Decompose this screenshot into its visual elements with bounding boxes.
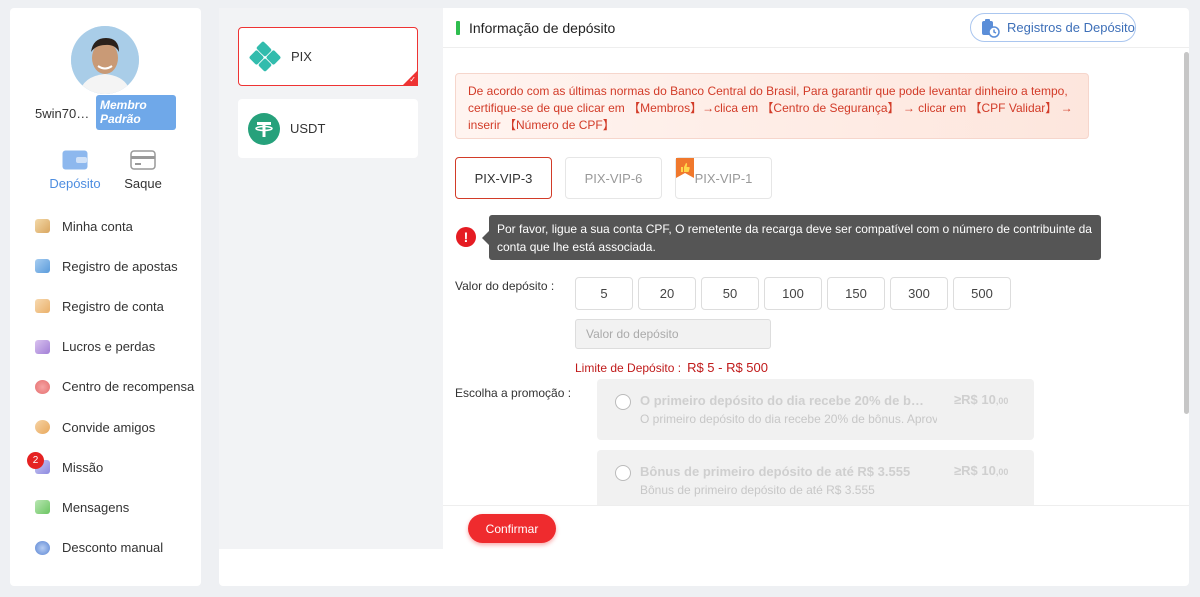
menu-item-desconto-manual[interactable]: Desconto manual bbox=[10, 528, 201, 568]
menu-item-registro-conta[interactable]: Registro de conta bbox=[10, 286, 201, 326]
discount-icon bbox=[35, 540, 50, 555]
promotion-amount-value: ≥R$ 10 bbox=[954, 463, 996, 478]
limit-label: Limite de Depósito : bbox=[575, 361, 682, 375]
promotion-option[interactable]: Bônus de primeiro depósito de até R$ 3.5… bbox=[597, 450, 1034, 511]
promotion-amount: ≥R$ 10,00 bbox=[954, 463, 1008, 478]
channel-label: PIX-VIP-1 bbox=[694, 170, 753, 186]
menu-label: Lucros e perdas bbox=[62, 339, 156, 355]
promotion-subtitle: Bônus de primeiro depósito de até R$ 3.5… bbox=[640, 483, 875, 497]
amount-option[interactable]: 150 bbox=[827, 277, 885, 310]
deposit-records-button[interactable]: Registros de Depósito bbox=[970, 13, 1136, 42]
user-sidebar: 5win70… Membro Padrão Depósito Saque Min… bbox=[10, 8, 201, 586]
withdraw-button[interactable]: Saque bbox=[113, 150, 173, 191]
member-level-badge: Membro Padrão bbox=[96, 95, 176, 130]
channel-pix-vip-1[interactable]: PIX-VIP-1 bbox=[675, 157, 772, 199]
menu-item-centro-recompensa[interactable]: Centro de recompensa bbox=[10, 367, 201, 407]
menu-item-convide-amigos[interactable]: Convide amigos bbox=[10, 407, 201, 447]
method-pix[interactable]: PIX ✓ bbox=[238, 27, 418, 86]
promotion-radio[interactable] bbox=[615, 394, 631, 410]
warning-icon[interactable]: ! bbox=[456, 227, 476, 247]
page-title: Informação de depósito bbox=[469, 20, 616, 36]
amount-option[interactable]: 100 bbox=[764, 277, 822, 310]
thumbs-up-flag-icon bbox=[676, 158, 694, 178]
channel-label: PIX-VIP-3 bbox=[474, 170, 533, 186]
wallet-card-icon bbox=[62, 150, 88, 170]
action-footer: Confirmar bbox=[443, 505, 1189, 549]
amount-input[interactable] bbox=[575, 319, 771, 349]
check-icon: ✓ bbox=[409, 75, 416, 84]
menu-item-mensagens[interactable]: Mensagens bbox=[10, 487, 201, 527]
channel-pix-vip-3[interactable]: PIX-VIP-3 bbox=[455, 157, 552, 199]
deposit-label: Depósito bbox=[49, 176, 101, 191]
mission-count-badge: 2 bbox=[27, 452, 44, 470]
limit-value: R$ 5 - R$ 500 bbox=[687, 360, 768, 375]
page-scrollbar[interactable] bbox=[1184, 52, 1189, 414]
menu-item-minha-conta[interactable]: Minha conta bbox=[10, 206, 201, 246]
menu-label: Registro de apostas bbox=[62, 258, 178, 274]
channel-label: PIX-VIP-6 bbox=[584, 170, 643, 186]
records-icon bbox=[982, 18, 1000, 38]
amount-option[interactable]: 5 bbox=[575, 277, 633, 310]
credit-card-icon bbox=[130, 150, 156, 170]
avatar-photo-icon bbox=[71, 26, 139, 94]
amount-option[interactable]: 50 bbox=[701, 277, 759, 310]
promotion-label: Escolha a promoção : bbox=[455, 386, 572, 400]
promotion-amount-cents: ,00 bbox=[995, 396, 1009, 406]
promotion-title: O primeiro depósito do dia recebe 20% de… bbox=[640, 393, 930, 408]
menu-label: Registro de conta bbox=[62, 298, 164, 314]
menu-label: Centro de recompensa bbox=[62, 379, 195, 395]
deposit-panel: PIX ✓ USDT Informação de depósito Regist… bbox=[219, 8, 1189, 586]
promotion-option[interactable]: O primeiro depósito do dia recebe 20% de… bbox=[597, 379, 1034, 440]
promotion-amount-value: ≥R$ 10 bbox=[954, 392, 996, 407]
tether-icon bbox=[248, 112, 280, 145]
deposit-button[interactable]: Depósito bbox=[45, 150, 105, 191]
records-label: Registros de Depósito bbox=[1007, 20, 1135, 35]
promotion-subtitle: O primeiro depósito do dia recebe 20% de… bbox=[640, 412, 937, 426]
menu-item-registro-apostas[interactable]: Registro de apostas bbox=[10, 246, 201, 286]
deposit-limit: Limite de Depósito : R$ 5 - R$ 500 bbox=[575, 360, 768, 375]
confirm-button[interactable]: Confirmar bbox=[468, 514, 556, 543]
promotion-amount-cents: ,00 bbox=[995, 467, 1009, 477]
amount-option[interactable]: 20 bbox=[638, 277, 696, 310]
menu-label: Convide amigos bbox=[62, 419, 156, 435]
promotion-amount: ≥R$ 10,00 bbox=[954, 392, 1008, 407]
menu-item-missao[interactable]: 2 Missão bbox=[10, 447, 201, 487]
amount-option[interactable]: 300 bbox=[890, 277, 948, 310]
menu-label: Missão bbox=[62, 459, 104, 475]
username: 5win70… bbox=[35, 106, 90, 121]
withdraw-label: Saque bbox=[124, 176, 162, 191]
avatar[interactable] bbox=[71, 26, 139, 94]
ledger-icon bbox=[35, 299, 50, 314]
list-icon bbox=[35, 259, 50, 274]
amount-option[interactable]: 500 bbox=[953, 277, 1011, 310]
menu-label: Minha conta bbox=[62, 218, 133, 234]
method-usdt[interactable]: USDT bbox=[238, 99, 418, 158]
deposit-header: Informação de depósito Registros de Depó… bbox=[443, 8, 1189, 48]
menu-item-lucros-perdas[interactable]: Lucros e perdas bbox=[10, 327, 201, 367]
amount-label: Valor do depósito : bbox=[455, 279, 555, 293]
promotion-radio[interactable] bbox=[615, 465, 631, 481]
menu-label: Desconto manual bbox=[62, 540, 164, 556]
mail-icon bbox=[35, 500, 50, 515]
promotion-title: Bônus de primeiro depósito de até R$ 3.5… bbox=[640, 464, 911, 479]
channel-pix-vip-6[interactable]: PIX-VIP-6 bbox=[565, 157, 662, 199]
menu-label: Mensagens bbox=[62, 499, 130, 515]
payment-method-list: PIX ✓ USDT bbox=[219, 8, 443, 549]
chart-icon bbox=[35, 339, 50, 354]
wallet-icon bbox=[35, 219, 50, 234]
reward-icon bbox=[35, 379, 50, 394]
account-menu: Minha conta Registro de apostas Registro… bbox=[10, 206, 201, 568]
invite-icon bbox=[35, 420, 50, 435]
title-accent-bar bbox=[456, 21, 460, 35]
cpf-notice: De acordo com as últimas normas do Banco… bbox=[455, 73, 1089, 139]
method-label: PIX bbox=[291, 49, 312, 64]
cpf-tooltip: Por favor, ligue a sua conta CPF, O reme… bbox=[482, 215, 1101, 260]
method-label: USDT bbox=[290, 121, 326, 136]
deposit-content: Informação de depósito Registros de Depó… bbox=[443, 8, 1189, 586]
pix-icon bbox=[249, 41, 281, 71]
